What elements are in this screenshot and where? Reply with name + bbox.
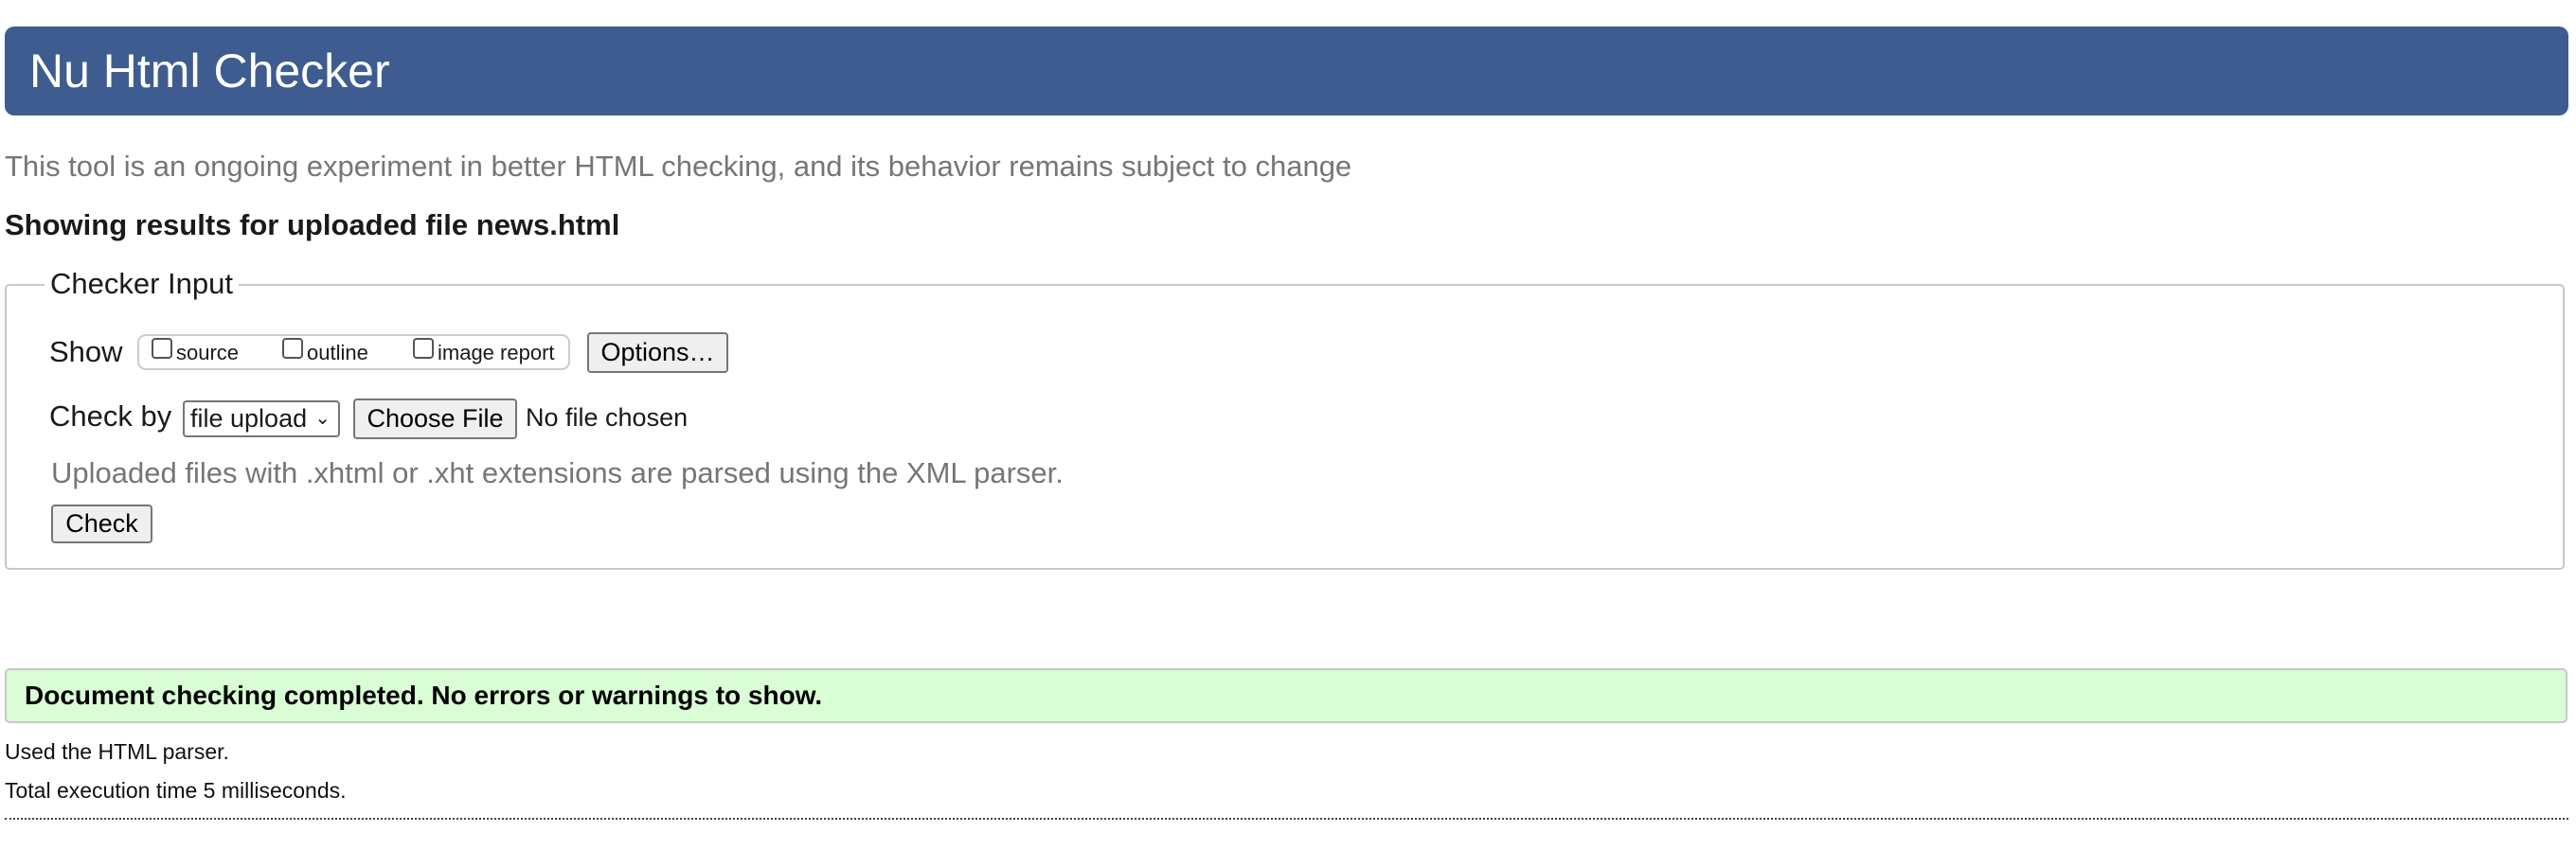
success-message: Document checking completed. No errors o… — [25, 681, 823, 710]
check-button[interactable]: Check — [51, 505, 152, 543]
file-status: No file chosen — [526, 403, 689, 432]
checker-input-fieldset: Checker Input Show source outline image … — [5, 267, 2565, 570]
source-label[interactable]: source — [176, 341, 239, 365]
results-heading: Showing results for uploaded file news.h… — [5, 208, 620, 241]
source-checkbox[interactable] — [152, 338, 172, 359]
outline-checkbox[interactable] — [282, 338, 303, 359]
xml-parser-note: Uploaded files with .xhtml or .xht exten… — [51, 456, 1064, 489]
outline-label[interactable]: outline — [307, 341, 368, 365]
chevron-down-icon: ⌄ — [314, 408, 331, 429]
image-report-label[interactable]: image report — [438, 341, 555, 365]
page-header: Nu Html Checker — [5, 27, 2568, 115]
parser-info: Used the HTML parser. — [5, 739, 229, 764]
dotted-divider — [5, 818, 2568, 820]
tagline: This tool is an ongoing experiment in be… — [5, 150, 1352, 183]
fieldset-legend: Checker Input — [45, 267, 239, 301]
execution-time: Total execution time 5 milliseconds. — [5, 778, 347, 803]
check-by-select[interactable]: file upload ⌄ — [183, 400, 340, 437]
choose-file-button[interactable]: Choose File — [353, 398, 517, 439]
check-by-label: Check by — [49, 399, 172, 433]
check-by-selected: file upload — [190, 404, 308, 433]
show-options-group: source outline image report — [137, 334, 570, 370]
image-report-checkbox[interactable] — [413, 338, 434, 359]
show-label: Show — [49, 335, 123, 368]
page-title: Nu Html Checker — [29, 44, 390, 97]
success-message-box: Document checking completed. No errors o… — [5, 668, 2567, 723]
options-button[interactable]: Options… — [587, 332, 728, 373]
